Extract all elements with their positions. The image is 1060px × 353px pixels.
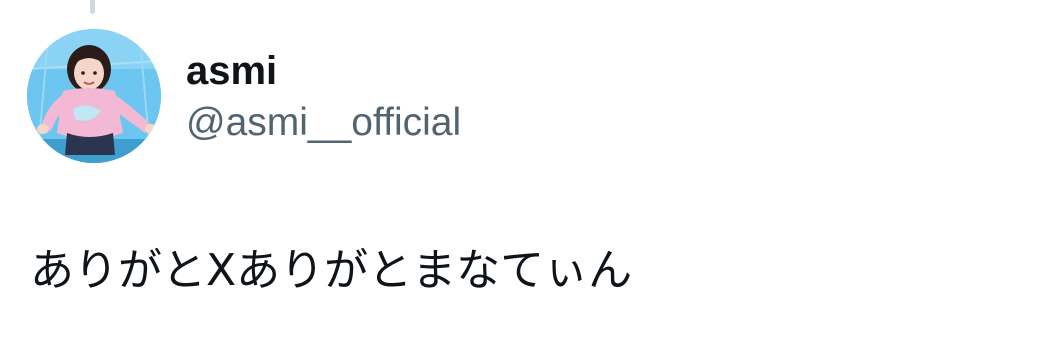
tweet-text: ありがとXありがとまなてぃん <box>30 245 633 296</box>
avatar-photo <box>27 29 161 163</box>
thread-connector-line <box>90 0 95 14</box>
user-handle[interactable]: @asmi__official <box>186 100 461 146</box>
avatar[interactable] <box>27 29 161 163</box>
display-name[interactable]: asmi <box>186 48 277 94</box>
